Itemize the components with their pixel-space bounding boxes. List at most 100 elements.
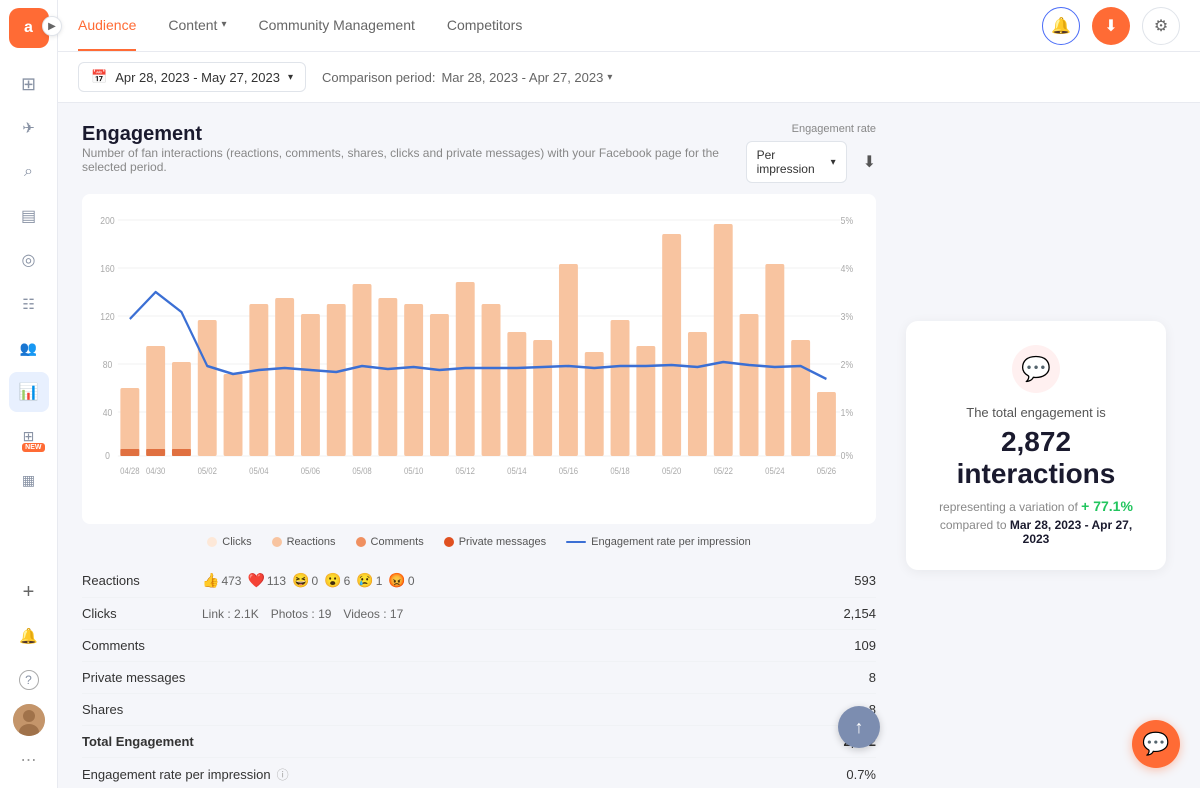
sidebar-icon-team[interactable]: 👥 [9, 328, 49, 368]
svg-text:4%: 4% [841, 263, 853, 274]
angry-reaction: 😡 0 [388, 572, 414, 589]
svg-text:160: 160 [100, 263, 114, 274]
clicks-legend-color [207, 537, 217, 547]
svg-text:80: 80 [103, 359, 113, 370]
svg-text:05/26: 05/26 [817, 465, 837, 476]
variation-value: + 77.1% [1081, 498, 1133, 514]
stats-row-comments: Comments 109 [82, 630, 876, 662]
nav-item-audience[interactable]: Audience [78, 1, 136, 51]
stats-row-total-engagement: Total Engagement 2,872 [82, 726, 876, 758]
chevron-down-icon: ▾ [831, 157, 836, 168]
bell-icon: 🔔 [19, 627, 38, 645]
laugh-count: 0 [311, 574, 318, 588]
nav-item-content[interactable]: Content ▾ [168, 1, 226, 51]
info-icon[interactable]: ⓘ [277, 766, 289, 783]
angry-count: 0 [408, 574, 415, 588]
sidebar-icon-send[interactable]: ✈ [9, 108, 49, 148]
svg-text:200: 200 [100, 215, 114, 226]
clicks-detail: Link : 2.1K Photos : 19 Videos : 17 [202, 607, 843, 621]
inbox-icon: ▤ [21, 206, 36, 226]
engagement-rate-select[interactable]: Per impression ▾ [746, 141, 847, 183]
clicks-value: 2,154 [843, 606, 876, 621]
svg-text:04/30: 04/30 [146, 465, 166, 476]
sidebar-icon-new[interactable]: ⊞ NEW [9, 416, 49, 456]
sidebar-icon-bell[interactable]: 🔔 [9, 616, 49, 656]
stats-row-shares: Shares 8 [82, 694, 876, 726]
sad-icon: 😢 [356, 572, 373, 589]
date-range-picker[interactable]: 📅 Apr 28, 2023 - May 27, 2023 ▾ [78, 62, 306, 92]
chat-support-button[interactable]: 💬 [1132, 720, 1180, 768]
laugh-reaction: 😆 0 [292, 572, 318, 589]
sidebar-icon-media[interactable]: ▦ [9, 460, 49, 500]
nav-item-community[interactable]: Community Management [258, 1, 414, 51]
wow-icon: 😮 [324, 572, 341, 589]
heart-icon: ❤️ [247, 572, 264, 589]
nav-right-actions: 🔔 ⬇ ⚙ [1042, 7, 1180, 45]
wow-reaction: 😮 6 [324, 572, 350, 589]
comparison-period: Mar 28, 2023 - Apr 27, 2023 [1010, 518, 1132, 546]
shares-label: Shares [82, 702, 202, 717]
svg-text:3%: 3% [841, 311, 853, 322]
sad-count: 1 [376, 574, 383, 588]
chart-download-button[interactable]: ⬇ [863, 152, 876, 172]
like-icon: 👍 [202, 572, 219, 589]
scroll-to-top-button[interactable]: ↑ [838, 706, 880, 748]
svg-text:05/20: 05/20 [662, 465, 682, 476]
comparison-period-picker[interactable]: Mar 28, 2023 - Apr 27, 2023 ▾ [441, 70, 612, 85]
sidebar-icon-add[interactable]: + [9, 572, 49, 612]
sidebar-icon-analytics[interactable]: 📊 [9, 372, 49, 412]
sidebar-icon-globe[interactable]: ◎ [9, 240, 49, 280]
sidebar-icon-inbox[interactable]: ▤ [9, 196, 49, 236]
wow-count: 6 [344, 574, 351, 588]
download-button[interactable]: ⬇ [1092, 7, 1130, 45]
svg-text:05/12: 05/12 [456, 465, 476, 476]
right-panel: 💬 The total engagement is 2,872 interact… [896, 123, 1176, 768]
clicks-legend-label: Clicks [222, 536, 251, 548]
main-content: Audience Content ▾ Community Management … [58, 0, 1200, 788]
svg-text:05/06: 05/06 [301, 465, 321, 476]
stats-row-clicks: Clicks Link : 2.1K Photos : 19 Videos : … [82, 598, 876, 630]
sad-reaction: 😢 1 [356, 572, 382, 589]
sidebar-icon-calendar[interactable]: ☷ [9, 284, 49, 324]
svg-text:05/18: 05/18 [610, 465, 630, 476]
chart-svg: 200 160 120 80 40 0 5% 4% 3% 2% 1% 0% [92, 204, 866, 484]
analytics-icon: 📊 [19, 382, 39, 402]
stats-table: Reactions 👍 473 ❤️ 113 😆 0 [82, 564, 876, 788]
sidebar: ▶ a ⊞ ✈ ⌕ ▤ ◎ ☷ 👥 📊 ⊞ NEW ▦ + 🔔 [0, 0, 58, 788]
engagement-rate-control: Engagement rate Per impression ▾ ⬇ [746, 123, 876, 183]
svg-text:05/24: 05/24 [765, 465, 785, 476]
sidebar-icon-help[interactable]: ? [9, 660, 49, 700]
sidebar-bottom: + 🔔 ? ⋯ [9, 572, 49, 780]
expand-sidebar-button[interactable]: ▶ [42, 16, 62, 36]
chart-legend: Clicks Reactions Comments Private messag… [82, 536, 876, 548]
svg-text:05/02: 05/02 [198, 465, 218, 476]
engagement-rate-label: Engagement rate per impression ⓘ [82, 766, 289, 783]
chevron-up-icon: ↑ [855, 717, 864, 738]
compared-to-label: compared to Mar 28, 2023 - Apr 27, 2023 [930, 518, 1142, 546]
sidebar-icon-home[interactable]: ⊞ [9, 64, 49, 104]
section-header: Engagement Number of fan interactions (r… [82, 123, 876, 190]
nav-item-competitors[interactable]: Competitors [447, 1, 522, 51]
private-messages-label: Private messages [82, 670, 202, 685]
engagement-rate-legend-color [566, 541, 586, 543]
sidebar-more-options[interactable]: ⋯ [9, 740, 49, 780]
engagement-rate-value: 0.7% [846, 767, 876, 782]
comments-label: Comments [82, 638, 202, 653]
settings-button[interactable]: ⚙ [1142, 7, 1180, 45]
notification-button[interactable]: 🔔 [1042, 7, 1080, 45]
legend-engagement-rate: Engagement rate per impression [566, 536, 751, 548]
private-messages-legend-color [444, 537, 454, 547]
legend-clicks: Clicks [207, 536, 251, 548]
variation-label: representing a variation of + 77.1% [930, 498, 1142, 514]
stats-row-engagement-rate: Engagement rate per impression ⓘ 0.7% [82, 758, 876, 788]
new-feature-icon: ⊞ [23, 428, 35, 445]
angry-icon: 😡 [388, 572, 405, 589]
reactions-label: Reactions [82, 573, 202, 588]
sidebar-icon-search[interactable]: ⌕ [9, 152, 49, 192]
total-engagement-label: Total Engagement [82, 734, 202, 749]
like-count: 473 [221, 574, 241, 588]
user-avatar[interactable] [13, 704, 45, 736]
clicks-label: Clicks [82, 606, 202, 621]
left-panel: Engagement Number of fan interactions (r… [82, 123, 876, 768]
reactions-legend-color [272, 537, 282, 547]
